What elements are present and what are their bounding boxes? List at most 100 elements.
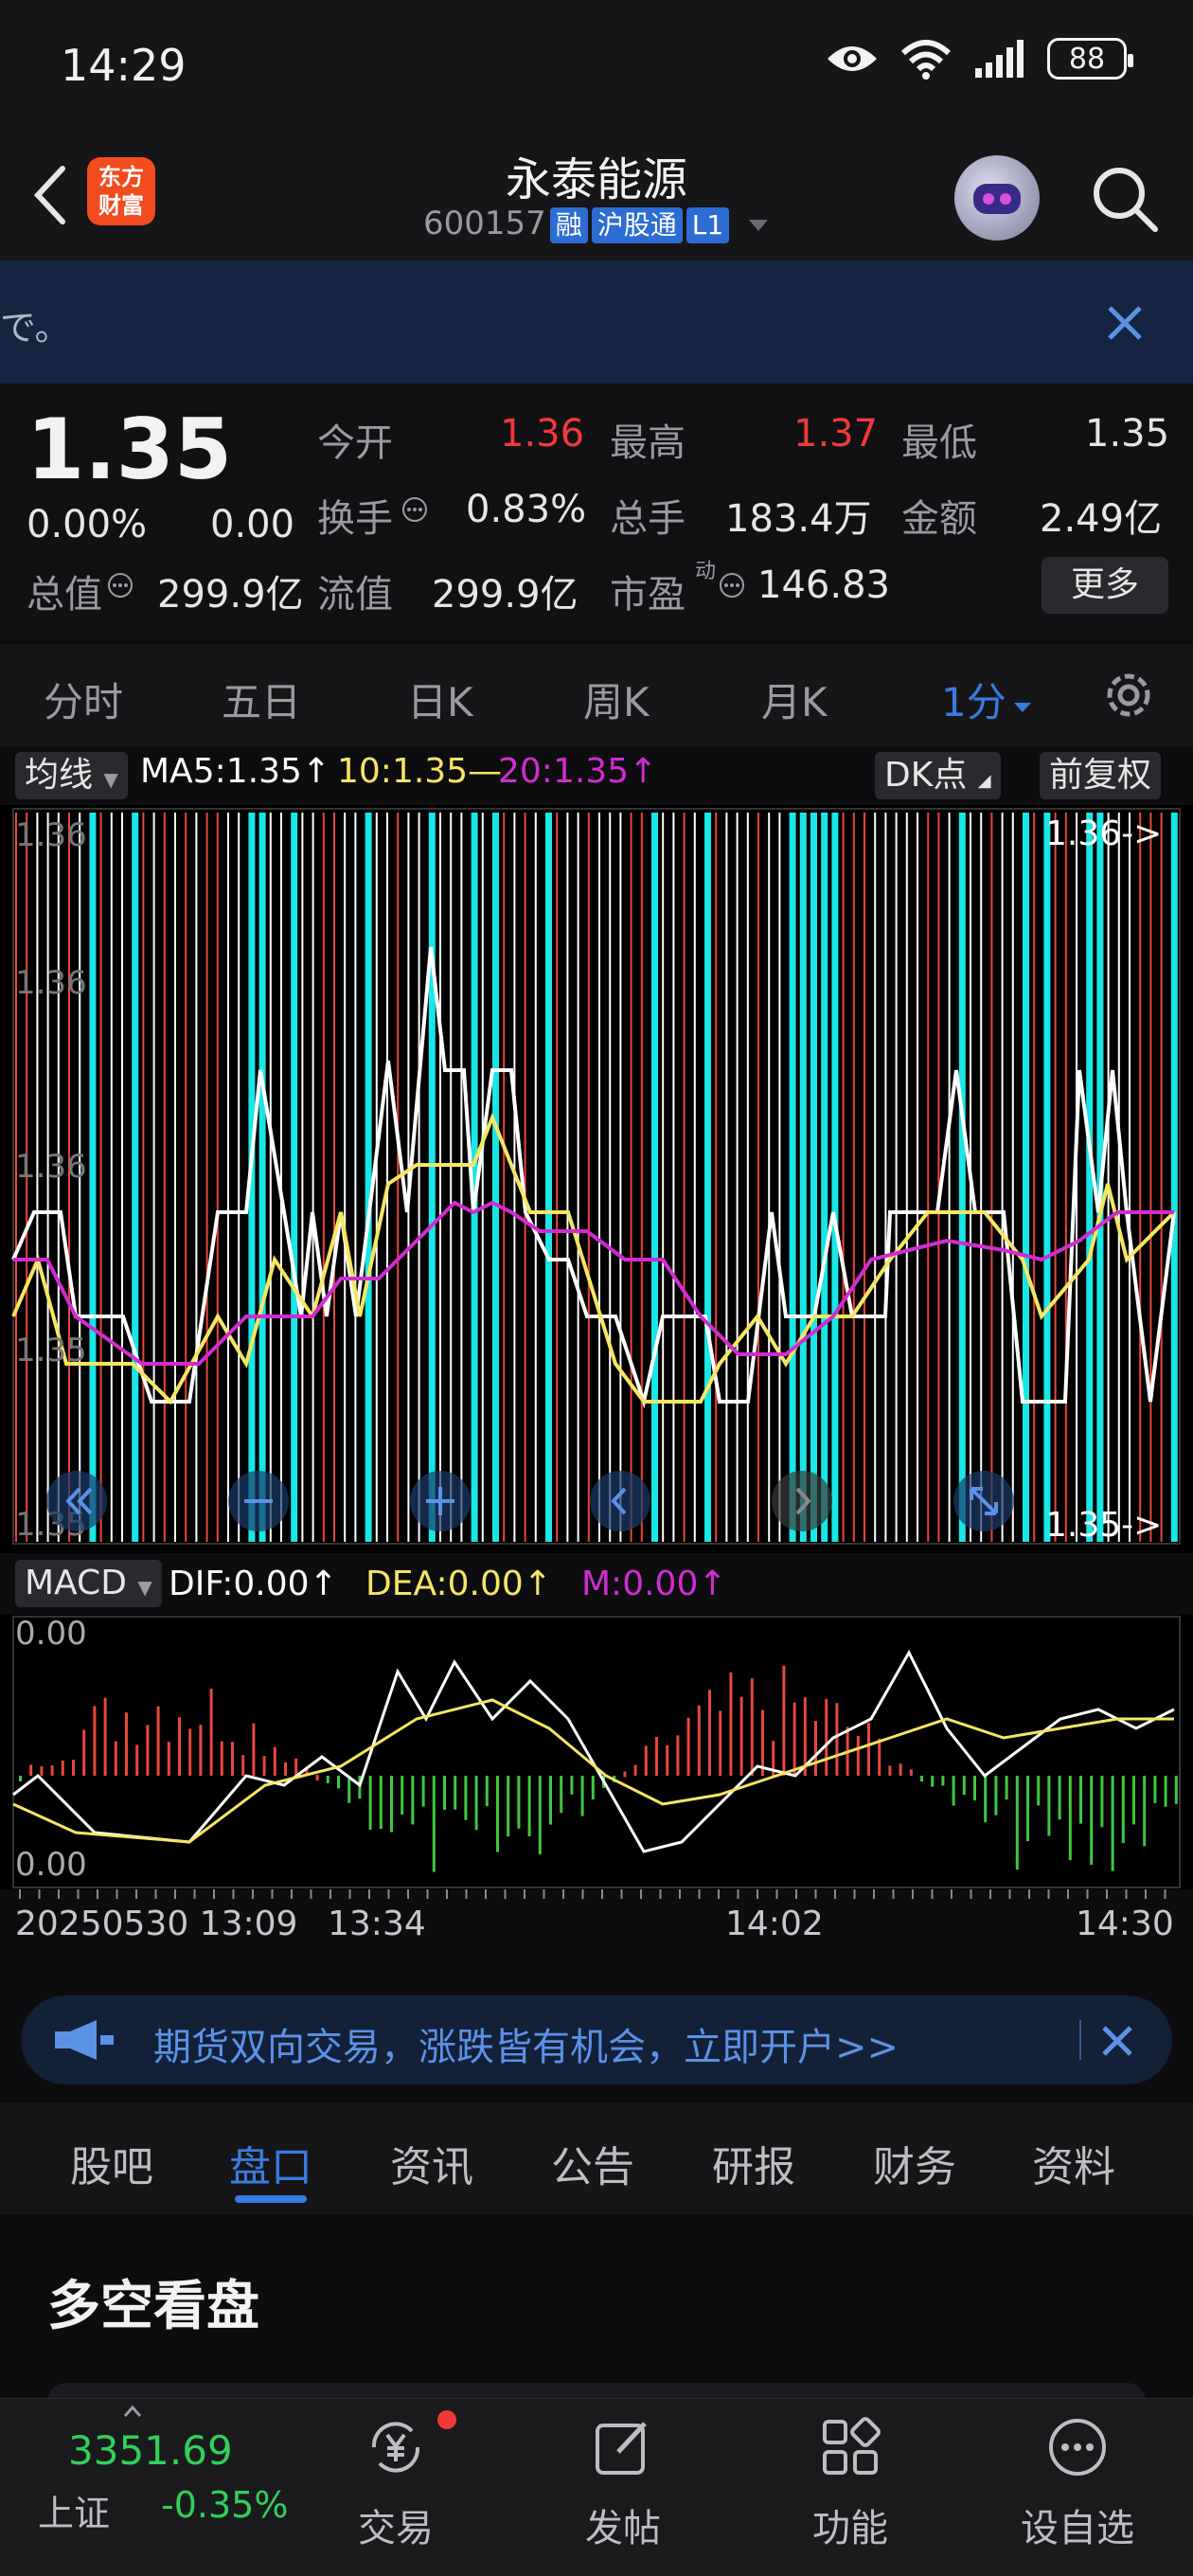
tab-monthly-k[interactable]: 月K bbox=[761, 671, 828, 728]
rewind-icon[interactable] bbox=[44, 1468, 110, 1534]
info-icon[interactable] bbox=[718, 571, 746, 599]
nav-functions[interactable]: 功能 bbox=[775, 2414, 926, 2552]
candle-bar bbox=[927, 813, 930, 1542]
active-tab-underline bbox=[235, 2195, 307, 2203]
candle-bar bbox=[884, 813, 887, 1542]
nav-add-watchlist[interactable]: 设自选 bbox=[1002, 2414, 1153, 2552]
macd-histogram-bar bbox=[517, 1776, 521, 1829]
info-icon[interactable] bbox=[401, 495, 429, 524]
pan-left-icon[interactable] bbox=[587, 1468, 653, 1534]
notice-banner[interactable]: で。 bbox=[0, 260, 1193, 384]
tab-news[interactable]: 资讯 bbox=[390, 2133, 473, 2193]
tab-1min[interactable]: 1分 bbox=[941, 671, 1033, 728]
tab-research[interactable]: 研报 bbox=[712, 2133, 795, 2193]
macd-histogram-bar bbox=[909, 1769, 913, 1776]
macd-histogram-bar bbox=[125, 1712, 128, 1776]
kline-chart[interactable]: 1.36 1.36 1.36 1.35 1.35 1.36-> 1.35-> bbox=[0, 805, 1193, 1553]
macd-histogram-bar bbox=[1132, 1776, 1135, 1825]
tab-financials[interactable]: 财务 bbox=[873, 2133, 956, 2193]
candle-bar bbox=[269, 813, 272, 1542]
caret-down-icon: ▼ bbox=[103, 768, 118, 791]
macd-histogram-bar bbox=[1090, 1776, 1094, 1866]
ma-mode-select[interactable]: 均线 ▼ bbox=[15, 752, 128, 799]
info-icon[interactable] bbox=[106, 571, 134, 599]
float-label: 流值 bbox=[317, 573, 393, 617]
time-tick bbox=[524, 1889, 525, 1899]
tab-profile[interactable]: 资料 bbox=[1032, 2133, 1115, 2193]
open-value: 1.36 bbox=[500, 412, 585, 456]
time-tick bbox=[1086, 1889, 1089, 1899]
chart-period-tabs: 分时 五日 日K 周K 月K 1分 bbox=[0, 644, 1193, 746]
quote-panel: 1.35 0.00% 0.00 总值 299.9亿 今开 1.36 最高 1.3… bbox=[0, 384, 1193, 639]
time-tick bbox=[407, 1889, 409, 1899]
brand-logo[interactable]: 东方财富 bbox=[87, 157, 155, 225]
caret-down-icon bbox=[1013, 703, 1031, 712]
tab-forum[interactable]: 股吧 bbox=[70, 2133, 153, 2193]
dk-point-button[interactable]: DK点 ◢ bbox=[875, 752, 1001, 799]
candle-bar bbox=[386, 813, 388, 1542]
tab-five-day[interactable]: 五日 bbox=[222, 671, 301, 728]
status-time: 14:29 bbox=[61, 40, 187, 91]
candle-bar bbox=[185, 813, 187, 1542]
back-button[interactable] bbox=[19, 157, 85, 233]
y-tick-label: 1.36 bbox=[15, 816, 87, 854]
time-tick bbox=[154, 1889, 157, 1899]
more-button[interactable]: 更多 bbox=[1042, 557, 1168, 614]
gear-icon[interactable] bbox=[1098, 665, 1159, 725]
tab-intraday[interactable]: 分时 bbox=[44, 671, 123, 728]
macd-histogram-bar bbox=[644, 1745, 648, 1776]
fullscreen-icon[interactable] bbox=[951, 1468, 1017, 1534]
time-tick bbox=[1008, 1889, 1011, 1899]
volume-label: 总手 bbox=[610, 497, 686, 541]
search-icon[interactable] bbox=[1087, 161, 1163, 237]
tab-announcements[interactable]: 公告 bbox=[551, 2133, 634, 2193]
candle-bar bbox=[312, 813, 314, 1542]
indicator-select[interactable]: MACD ▼ bbox=[15, 1560, 162, 1607]
macd-histogram-bar bbox=[50, 1765, 54, 1776]
pan-right-icon[interactable] bbox=[769, 1468, 835, 1534]
macd-histogram-bar bbox=[1100, 1776, 1104, 1828]
close-icon[interactable] bbox=[1091, 2014, 1144, 2067]
tab-order-book[interactable]: 盘口 bbox=[229, 2133, 312, 2193]
macd-histogram-bar bbox=[156, 1706, 160, 1776]
candle-bar bbox=[481, 813, 484, 1542]
nav-header: 永泰能源 600157 融沪股通 L1 东方财富 bbox=[0, 142, 1193, 260]
candle-bar bbox=[895, 813, 898, 1542]
time-tick bbox=[193, 1889, 196, 1899]
close-icon[interactable] bbox=[1098, 296, 1151, 349]
macd-histogram-bar bbox=[1079, 1776, 1082, 1824]
nav-trade[interactable]: 交易 bbox=[320, 2414, 472, 2552]
time-tick bbox=[679, 1889, 681, 1899]
index-name: 上证 bbox=[38, 2493, 111, 2534]
stock-code: 600157 bbox=[422, 205, 546, 242]
chevron-up-icon[interactable] bbox=[123, 2405, 142, 2418]
candle-bar bbox=[1064, 813, 1067, 1542]
macd-chart[interactable]: 0.00 0.00 bbox=[0, 1615, 1193, 1889]
nav-post[interactable]: 发帖 bbox=[547, 2414, 699, 2552]
ma-legend-row: 均线 ▼ MA5:1.35↑ 10:1.35— 20:1.35↑ DK点 ◢ 前… bbox=[0, 746, 1193, 805]
futures-ad-banner[interactable]: 期货双向交易，涨跌皆有机会，立即开户>> bbox=[21, 1995, 1172, 2084]
macd-histogram-bar bbox=[931, 1776, 935, 1787]
macd-histogram-bar bbox=[899, 1763, 902, 1776]
time-tick bbox=[485, 1889, 487, 1899]
mktcap-label: 总值 bbox=[27, 573, 102, 617]
candle-bar bbox=[1043, 813, 1051, 1542]
candle-bar bbox=[672, 813, 675, 1542]
macd-histogram-bar bbox=[527, 1776, 531, 1836]
time-tick bbox=[19, 1889, 21, 1899]
nav-functions-label: 功能 bbox=[812, 2507, 888, 2550]
robot-assistant-icon[interactable] bbox=[954, 155, 1040, 241]
tab-weekly-k[interactable]: 周K bbox=[583, 671, 650, 728]
turnover-value: 0.83% bbox=[466, 488, 587, 531]
caret-down-icon[interactable] bbox=[747, 216, 770, 235]
price-adjust-button[interactable]: 前复权 bbox=[1040, 752, 1162, 799]
time-tick bbox=[135, 1889, 137, 1899]
tab-daily-k[interactable]: 日K bbox=[407, 671, 473, 728]
ma5-legend: MA5:1.35↑ bbox=[140, 752, 331, 791]
zoom-out-icon[interactable] bbox=[225, 1468, 292, 1534]
pe-value: 146.83 bbox=[757, 564, 890, 607]
zoom-in-icon[interactable] bbox=[407, 1468, 473, 1534]
tag-connect: 沪股通 bbox=[591, 207, 683, 243]
time-tick bbox=[387, 1889, 390, 1899]
macd-histogram-bar bbox=[1058, 1776, 1061, 1820]
